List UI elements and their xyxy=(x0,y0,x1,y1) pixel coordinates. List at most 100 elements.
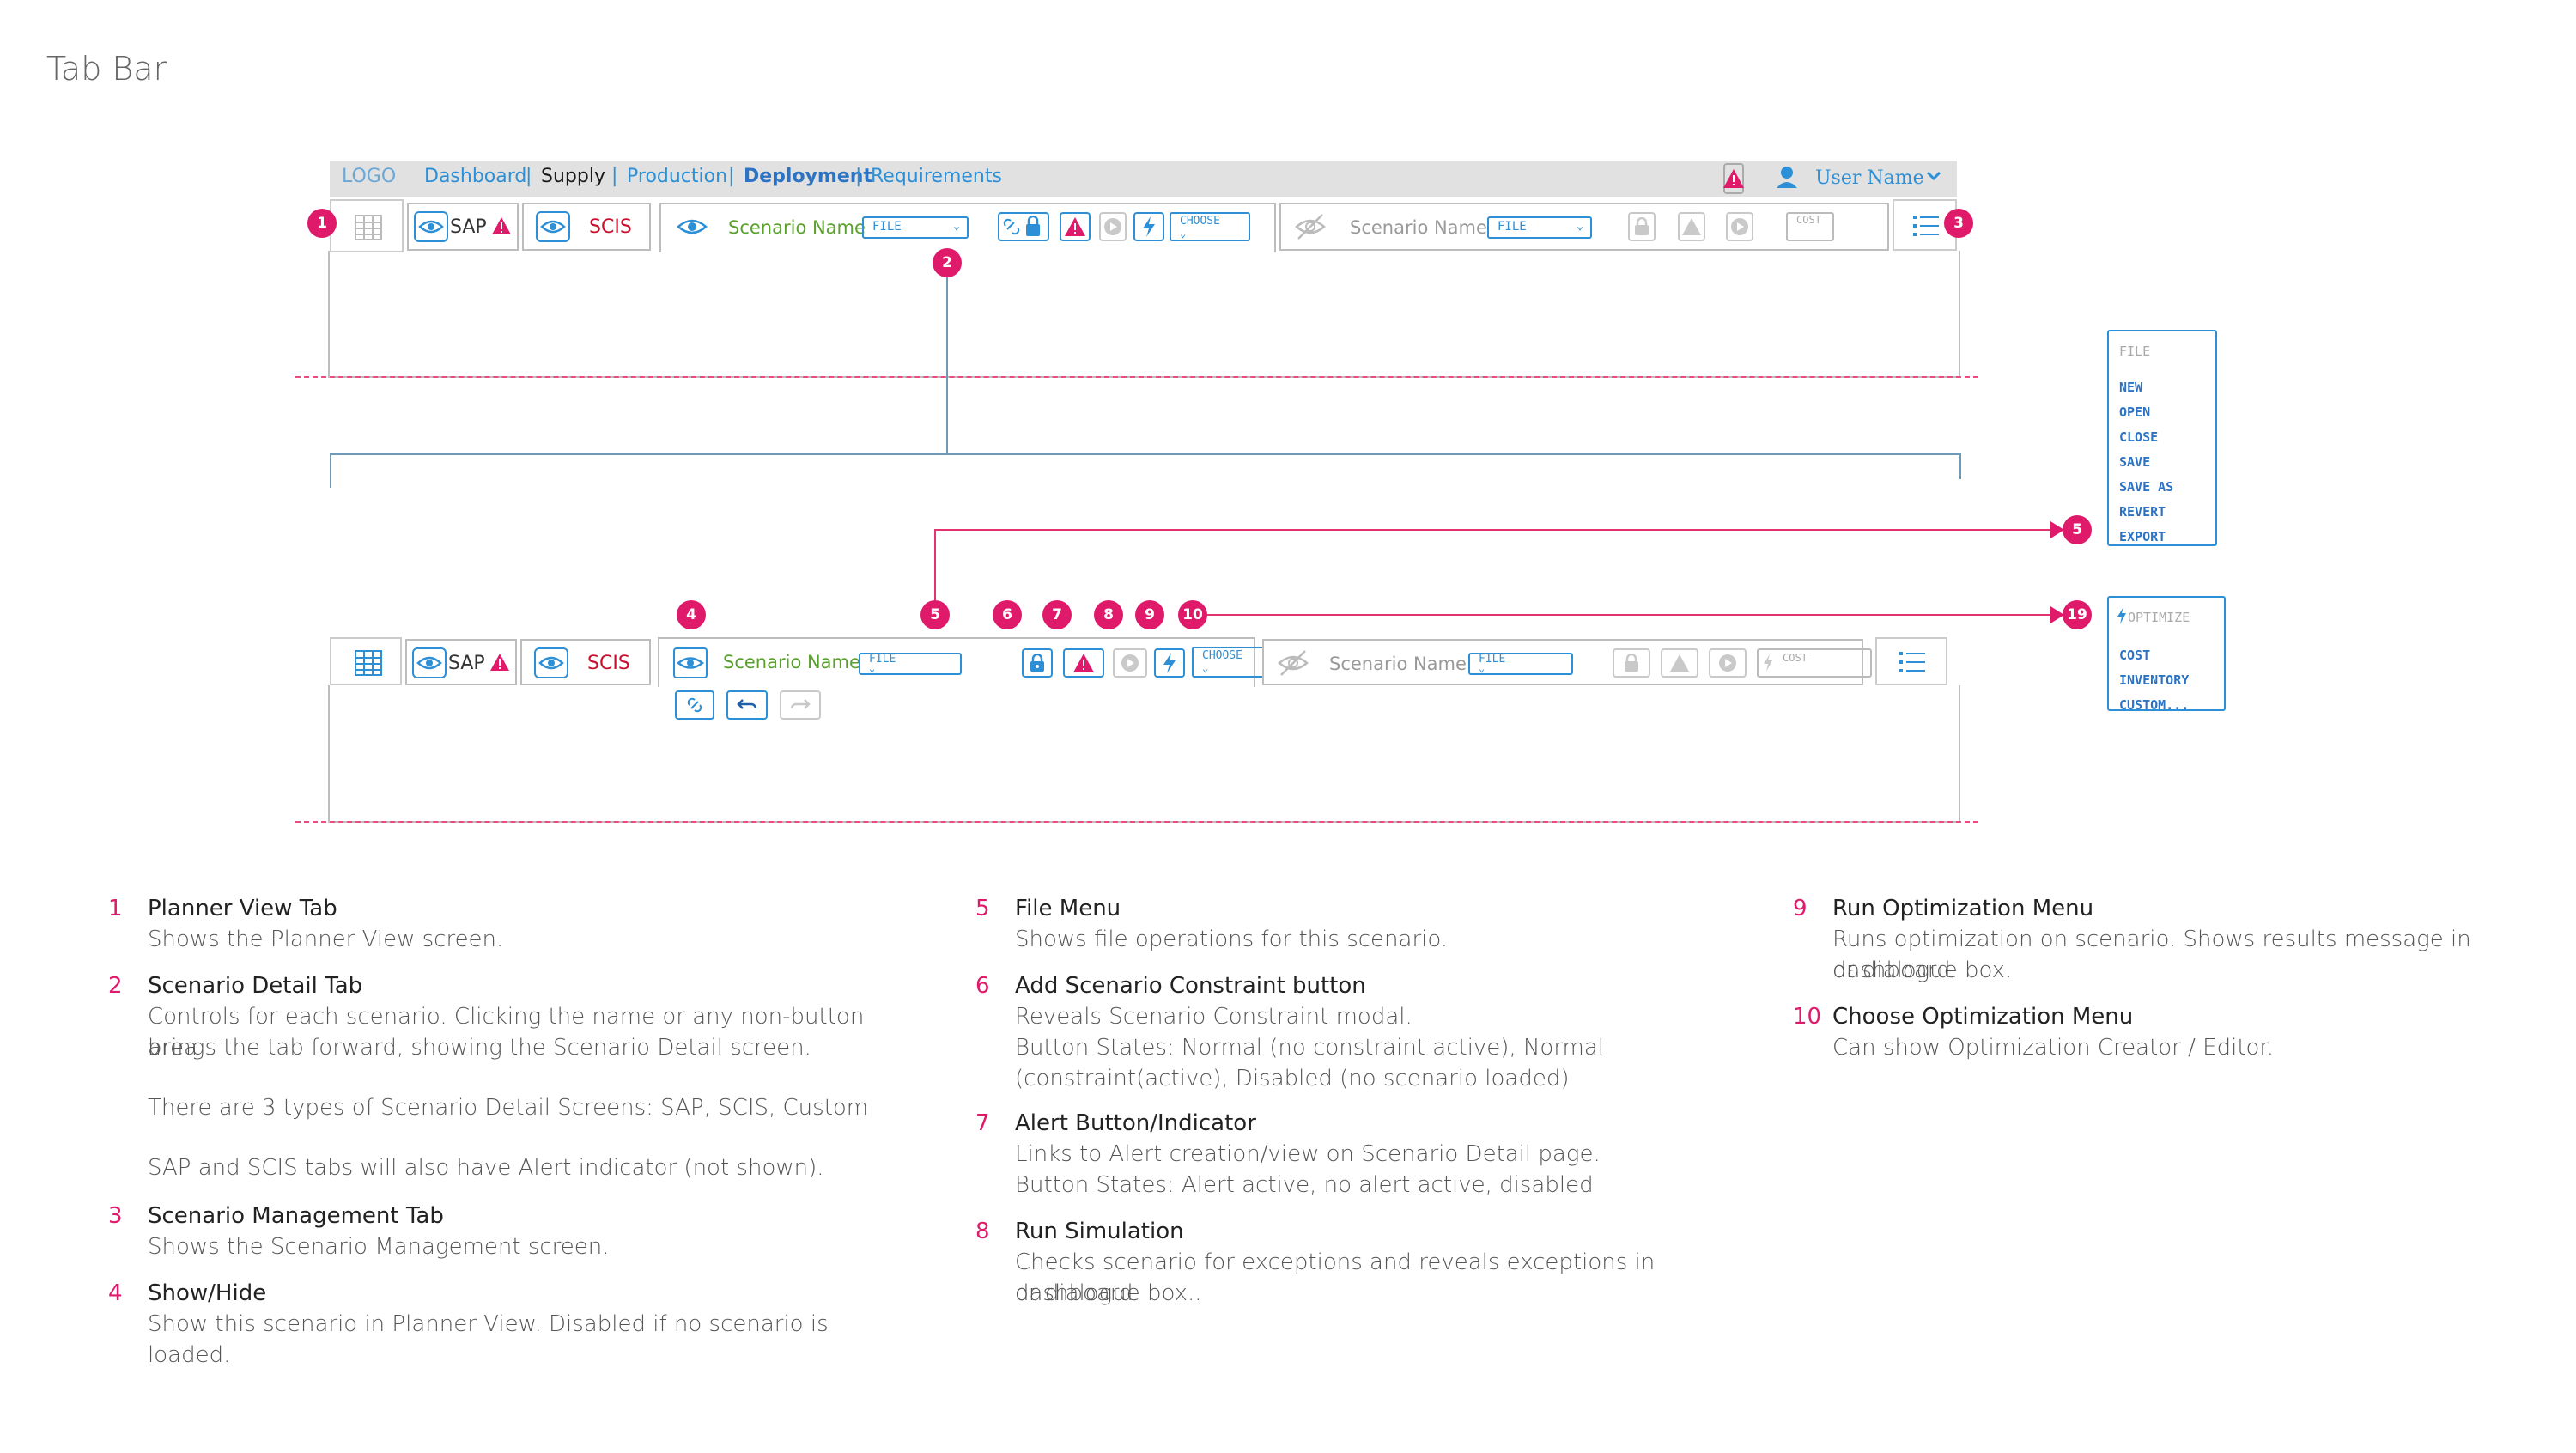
file-dropdown-inactive[interactable]: FILE ⌄ xyxy=(1468,653,1573,675)
file-dropdown-inactive[interactable]: FILE ⌄ xyxy=(1487,216,1592,239)
desc-title: Show/Hide xyxy=(148,1280,267,1306)
badge-5: 5 xyxy=(2063,515,2092,544)
menu-item-open[interactable]: OPEN xyxy=(2119,404,2150,420)
lock-button-disabled[interactable] xyxy=(1613,648,1650,678)
scenario-name-inactive[interactable]: Scenario Name xyxy=(1350,217,1487,238)
eye-icon[interactable] xyxy=(412,647,447,678)
alert-icon xyxy=(490,654,509,671)
menu-item-inventory[interactable]: INVENTORY xyxy=(2119,672,2189,688)
menu-item-new[interactable]: NEW xyxy=(2119,380,2142,395)
run-optimization-button[interactable] xyxy=(1133,212,1164,241)
tab-scis[interactable]: SCIS xyxy=(520,639,651,685)
desc-text: Can show Optimization Creator / Editor. xyxy=(1832,1035,2274,1061)
tab-scis[interactable]: SCIS xyxy=(522,203,651,251)
tab-scenario-inactive[interactable]: Scenario Name FILE ⌄ COST xyxy=(1279,203,1889,251)
lock-icon xyxy=(1635,217,1649,235)
file-menu-title: FILE xyxy=(2119,343,2151,359)
nav-requirements[interactable]: Requirements xyxy=(871,166,1002,187)
nav-supply[interactable]: Supply xyxy=(541,166,605,187)
play-icon xyxy=(1719,654,1736,672)
desc-text: Shows the Planner View screen. xyxy=(148,927,504,952)
link-button[interactable] xyxy=(675,690,714,720)
menu-item-export[interactable]: EXPORT xyxy=(2119,529,2166,544)
alert-icon[interactable] xyxy=(1721,162,1747,195)
alert-button[interactable] xyxy=(1060,212,1091,241)
eye-off-icon[interactable] xyxy=(1293,211,1327,242)
tab-bar-top: SAP SCIS Scenario Name FILE ⌄ CHOOSE ⌄ Sce… xyxy=(330,199,1957,252)
badge-5: 5 xyxy=(920,600,950,629)
file-dropdown[interactable]: FILE ⌄ xyxy=(859,653,962,675)
redo-button[interactable] xyxy=(780,690,821,720)
app-header: LOGO Dashboard | Supply | Production | D… xyxy=(330,161,1957,197)
eye-icon[interactable] xyxy=(675,211,709,242)
tab-sap-label: SAP xyxy=(450,216,487,238)
tab-sap[interactable]: SAP xyxy=(407,203,519,251)
tab-scenario-active[interactable]: Scenario Name FILE ⌄ CHOOSE ⌄ xyxy=(659,203,1276,252)
alert-button-disabled[interactable] xyxy=(1661,648,1698,678)
lock-button-disabled[interactable] xyxy=(1628,212,1656,241)
desc-num: 1 xyxy=(108,896,123,921)
choose-dropdown[interactable]: CHOOSE ⌄ xyxy=(1170,212,1250,241)
run-optimization-button[interactable] xyxy=(1154,648,1185,678)
eye-icon[interactable] xyxy=(536,211,570,242)
bolt-icon xyxy=(1163,653,1176,673)
cost-label: COST xyxy=(1796,214,1821,226)
cost-dropdown-disabled[interactable]: COST xyxy=(1786,212,1834,241)
desc-item-9: 9 Run Optimization Menu Runs optimizatio… xyxy=(1793,893,2566,988)
menu-item-revert[interactable]: REVERT xyxy=(2119,504,2166,520)
menu-item-close[interactable]: CLOSE xyxy=(2119,429,2158,445)
show-hide-button[interactable] xyxy=(673,647,708,678)
desc-text: Button States: Normal (no constraint act… xyxy=(1015,1035,1605,1061)
desc-item-4: 4 Show/Hide Show this scenario in Planne… xyxy=(108,1278,933,1368)
user-icon[interactable] xyxy=(1774,164,1800,190)
desc-title: Run Optimization Menu xyxy=(1832,896,2094,921)
bracket-right xyxy=(1959,453,1961,479)
play-icon xyxy=(1121,654,1139,672)
desc-text: Shows the Scenario Management screen. xyxy=(148,1234,610,1260)
desc-item-8: 8 Run Simulation Checks scenario for exc… xyxy=(975,1216,1765,1310)
nav-dashboard[interactable]: Dashboard xyxy=(424,166,526,187)
desc-num: 2 xyxy=(108,973,123,999)
run-simulation-button[interactable] xyxy=(1099,212,1127,241)
scenario-name[interactable]: Scenario Name xyxy=(723,652,860,672)
chevron-down-icon[interactable] xyxy=(1925,169,1942,183)
desc-title: Run Simulation xyxy=(1015,1219,1184,1244)
alert-button-disabled[interactable] xyxy=(1678,212,1705,241)
undo-button[interactable] xyxy=(726,690,768,720)
nav-separator: | xyxy=(855,166,862,187)
choose-dropdown[interactable]: CHOOSE ⌄ xyxy=(1192,647,1273,678)
run-simulation-disabled[interactable] xyxy=(1709,648,1747,678)
alert-button[interactable] xyxy=(1063,648,1104,678)
lock-icon xyxy=(1625,654,1638,672)
tab-sap[interactable]: SAP xyxy=(405,639,517,685)
user-name[interactable]: User Name xyxy=(1815,167,1924,189)
menu-item-save-as[interactable]: SAVE AS xyxy=(2119,479,2173,495)
cost-dropdown-disabled[interactable]: COST xyxy=(1757,648,1872,678)
desc-item-3: 3 Scenario Management Tab Shows the Scen… xyxy=(108,1201,933,1269)
run-simulation-button[interactable] xyxy=(1113,648,1147,678)
file-dropdown[interactable]: FILE ⌄ xyxy=(862,216,969,239)
eye-off-icon[interactable] xyxy=(1276,647,1310,678)
nav-deployment[interactable]: Deployment xyxy=(744,166,872,187)
eye-icon[interactable] xyxy=(414,211,448,242)
eye-icon[interactable] xyxy=(534,647,568,678)
constraint-button[interactable] xyxy=(1022,648,1053,678)
scenario-name[interactable]: Scenario Name xyxy=(728,217,866,238)
desc-item-10: 10 Choose Optimization Menu Can show Opt… xyxy=(1793,1001,2566,1070)
run-simulation-disabled[interactable] xyxy=(1726,212,1753,241)
menu-item-save[interactable]: SAVE xyxy=(2119,454,2150,470)
bolt-icon xyxy=(2117,607,2126,624)
desc-num: 8 xyxy=(975,1219,990,1244)
tab-planner-view[interactable] xyxy=(330,637,402,685)
desc-text: SAP and SCIS tabs will also have Alert i… xyxy=(148,1155,824,1181)
tab-scenario-inactive[interactable]: Scenario Name FILE ⌄ COST xyxy=(1262,639,1872,685)
tab-scenario-management[interactable] xyxy=(1875,637,1947,685)
link-lock-button[interactable] xyxy=(998,212,1049,241)
scenario-name-inactive[interactable]: Scenario Name xyxy=(1329,654,1467,674)
menu-item-custom[interactable]: CUSTOM... xyxy=(2119,697,2189,713)
tab-scenario-active[interactable]: Scenario Name FILE ⌄ CHOOSE ⌄ xyxy=(658,637,1273,687)
menu-item-cost[interactable]: COST xyxy=(2119,647,2150,663)
nav-production[interactable]: Production xyxy=(627,166,727,187)
tab-planner-view[interactable] xyxy=(330,199,404,252)
alert-icon xyxy=(1670,654,1689,672)
